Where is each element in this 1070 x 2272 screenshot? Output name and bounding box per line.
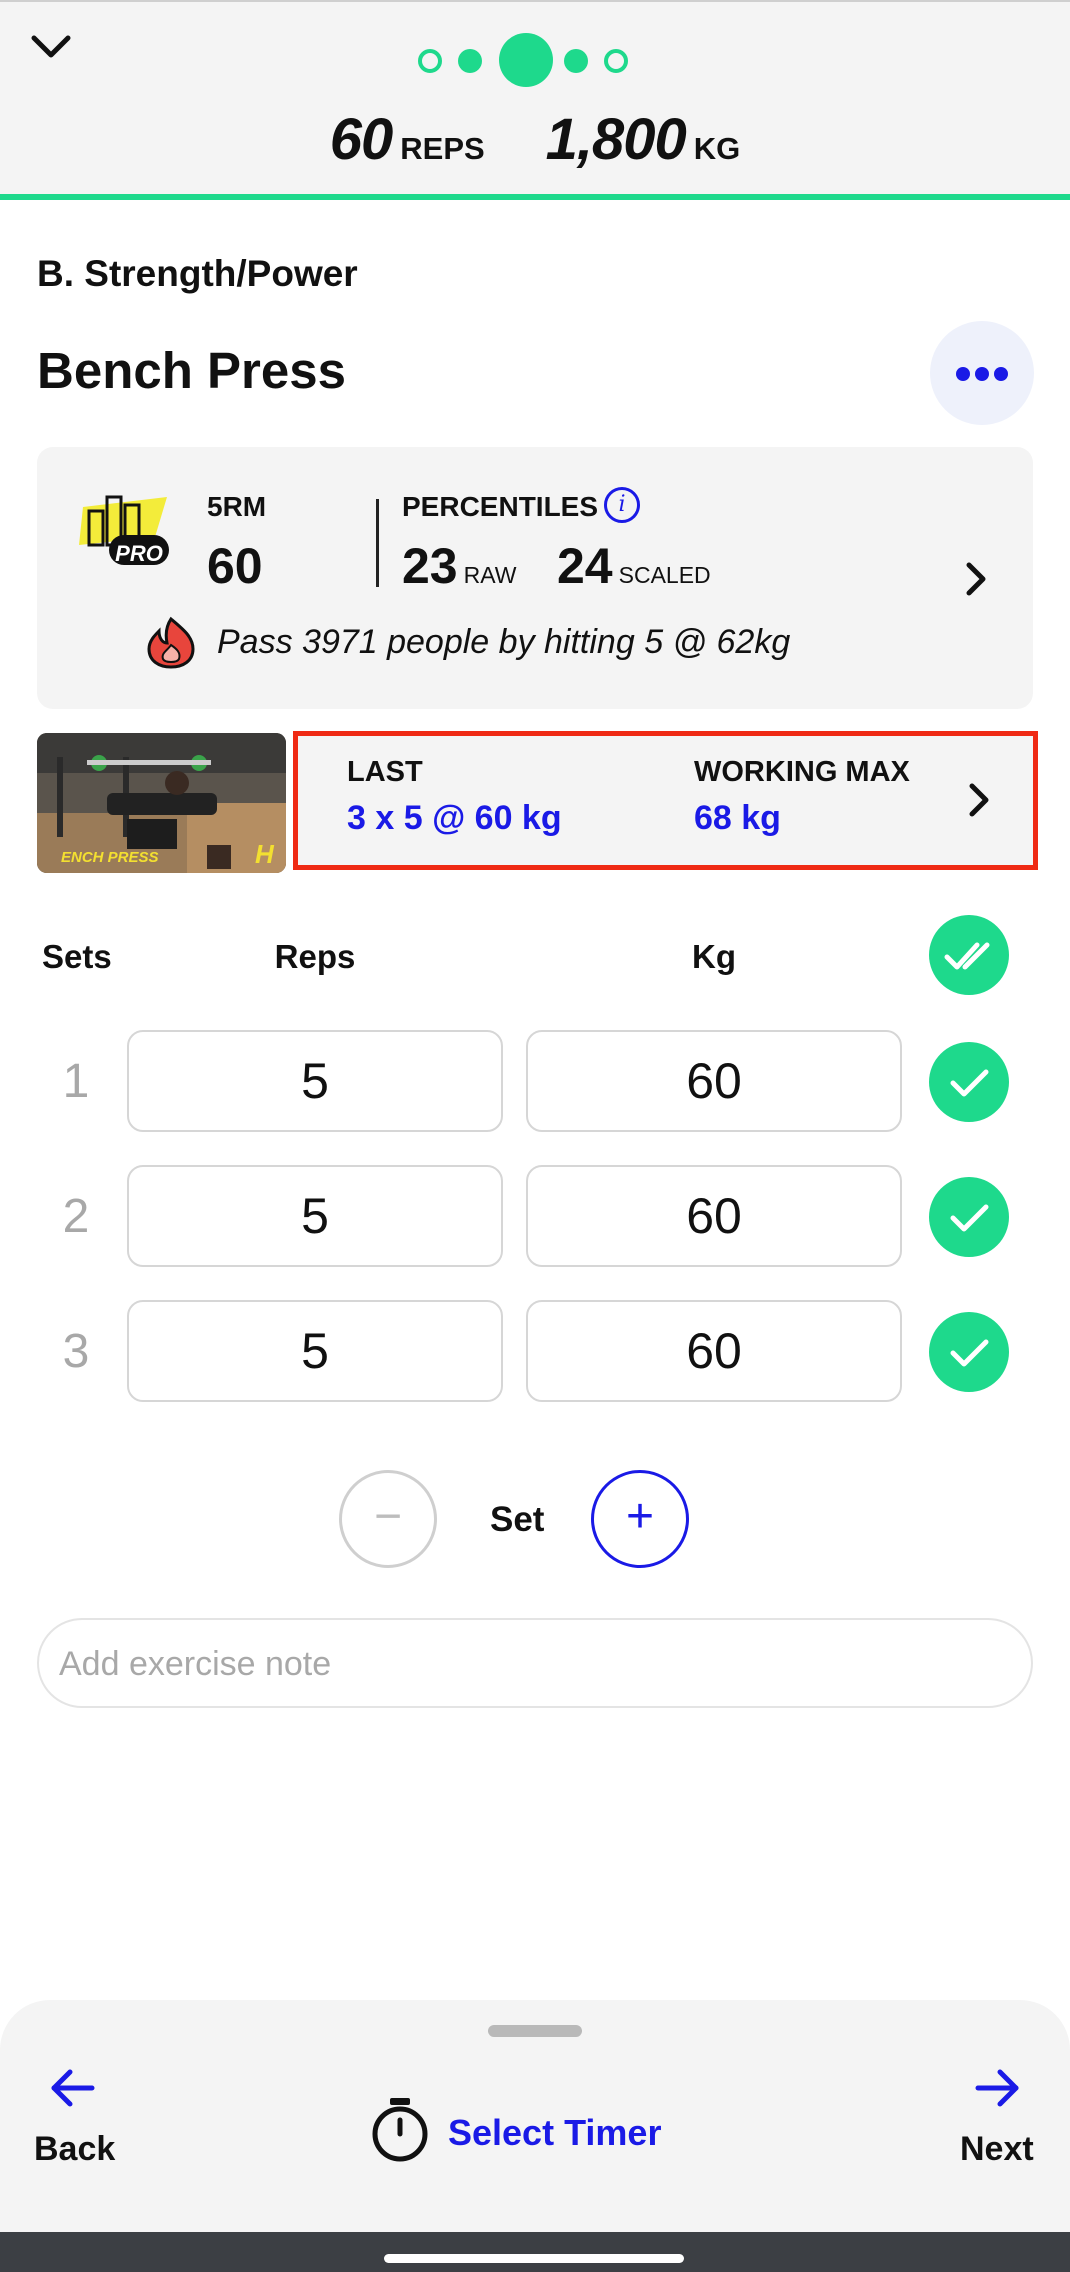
exercise-note-field[interactable] <box>37 1618 1033 1708</box>
kg-column-header: Kg <box>692 938 736 975</box>
progress-dot[interactable] <box>458 49 482 73</box>
total-weight-unit: KG <box>693 131 741 166</box>
reps-column-header: Reps <box>274 938 356 975</box>
percentile-scaled: 24 SCALED <box>557 537 711 595</box>
progress-dot[interactable] <box>604 49 628 73</box>
reps-input[interactable]: 5 <box>127 1030 503 1132</box>
info-icon[interactable]: i <box>604 487 640 523</box>
add-set-button[interactable]: + <box>591 1470 689 1568</box>
reps-input[interactable]: 5 <box>127 1165 503 1267</box>
remove-set-button[interactable]: − <box>339 1470 437 1568</box>
check-icon <box>950 1069 989 1097</box>
set-number: 2 <box>62 1190 90 1243</box>
chevron-right-icon <box>969 783 989 817</box>
stopwatch-icon <box>372 2098 428 2162</box>
select-timer-label: Select Timer <box>448 2112 662 2153</box>
flame-icon <box>147 616 195 669</box>
set-number: 3 <box>62 1325 90 1378</box>
set-number: 1 <box>62 1055 90 1108</box>
working-max-value: 68 kg <box>694 799 781 837</box>
sets-column-header: Sets <box>42 938 112 975</box>
section-title: B. Strength/Power <box>37 253 358 294</box>
pro-badge-label: PRO <box>115 541 163 566</box>
chevron-down-icon[interactable] <box>28 28 74 64</box>
back-label: Back <box>34 2130 116 2168</box>
home-indicator[interactable] <box>384 2254 684 2263</box>
header-progress-bar <box>0 194 1070 200</box>
raw-percentile-value: 23 <box>402 538 458 594</box>
table-row: 1 5 60 <box>0 1030 1070 1134</box>
set-control-label: Set <box>490 1500 545 1539</box>
more-dot-icon <box>994 367 1008 381</box>
kg-input[interactable]: 60 <box>526 1300 902 1402</box>
more-dot-icon <box>956 367 970 381</box>
last-working-max-card[interactable]: LAST 3 x 5 @ 60 kg WORKING MAX 68 kg <box>293 731 1038 870</box>
last-value: 3 x 5 @ 60 kg <box>347 799 562 837</box>
complete-all-sets-button[interactable] <box>929 915 1009 995</box>
table-row: 3 5 60 <box>0 1300 1070 1404</box>
exercise-progress-dots <box>418 33 632 89</box>
next-button[interactable]: Next <box>956 2066 1046 2190</box>
next-label: Next <box>960 2130 1034 2168</box>
progress-dot-current[interactable] <box>499 33 553 87</box>
thumbnail-caption: ENCH PRESS <box>61 849 159 866</box>
exercise-note-input[interactable] <box>39 1620 961 1708</box>
total-reps-value: 60 <box>329 107 394 172</box>
arrow-right-icon <box>975 2069 1019 2107</box>
rm-value: 60 <box>207 538 263 594</box>
exercise-video-thumbnail[interactable]: ENCH PRESS H <box>37 733 286 873</box>
table-row: 2 5 60 <box>0 1165 1070 1269</box>
working-max-label: WORKING MAX <box>694 756 910 788</box>
complete-set-button[interactable] <box>929 1312 1009 1392</box>
raw-percentile-label: RAW <box>463 562 517 588</box>
complete-set-button[interactable] <box>929 1042 1009 1122</box>
progress-dot[interactable] <box>418 49 442 73</box>
workout-summary: 60 REPS 1,800 KG <box>0 106 1070 176</box>
pass-people-text: Pass 3971 people by hitting 5 @ 62kg <box>217 623 791 661</box>
reps-input[interactable]: 5 <box>127 1300 503 1402</box>
check-icon <box>950 1339 989 1367</box>
arrow-left-icon <box>51 2069 95 2107</box>
scaled-percentile-value: 24 <box>557 538 613 594</box>
rm-label: 5RM <box>207 491 267 522</box>
exercise-name: Bench Press <box>37 342 346 399</box>
back-button[interactable]: Back <box>30 2066 116 2190</box>
kg-input[interactable]: 60 <box>526 1165 902 1267</box>
scaled-percentile-label: SCALED <box>618 562 711 588</box>
more-dot-icon <box>975 367 989 381</box>
kg-input[interactable]: 60 <box>526 1030 902 1132</box>
chevron-right-icon <box>966 562 986 596</box>
percentile-raw: 23 RAW <box>402 537 516 595</box>
select-timer-button[interactable]: Select Timer <box>368 2092 668 2168</box>
more-options-button[interactable] <box>930 321 1034 425</box>
complete-set-button[interactable] <box>929 1177 1009 1257</box>
total-weight-value: 1,800 <box>545 107 687 172</box>
drag-handle[interactable] <box>488 2025 582 2037</box>
percentiles-label: PERCENTILES <box>402 491 599 522</box>
system-navigation-bar <box>0 2232 1070 2272</box>
stats-divider <box>376 499 379 587</box>
check-icon <box>950 1204 989 1232</box>
total-reps-unit: REPS <box>400 131 485 166</box>
stats-card[interactable]: PRO 5RM 60 PERCENTILES i 23 RAW 24 SCALED … <box>37 447 1033 709</box>
double-check-icon <box>944 942 990 970</box>
progress-dot[interactable] <box>564 49 588 73</box>
thumbnail-logo: H <box>255 839 274 869</box>
last-label: LAST <box>347 756 423 788</box>
